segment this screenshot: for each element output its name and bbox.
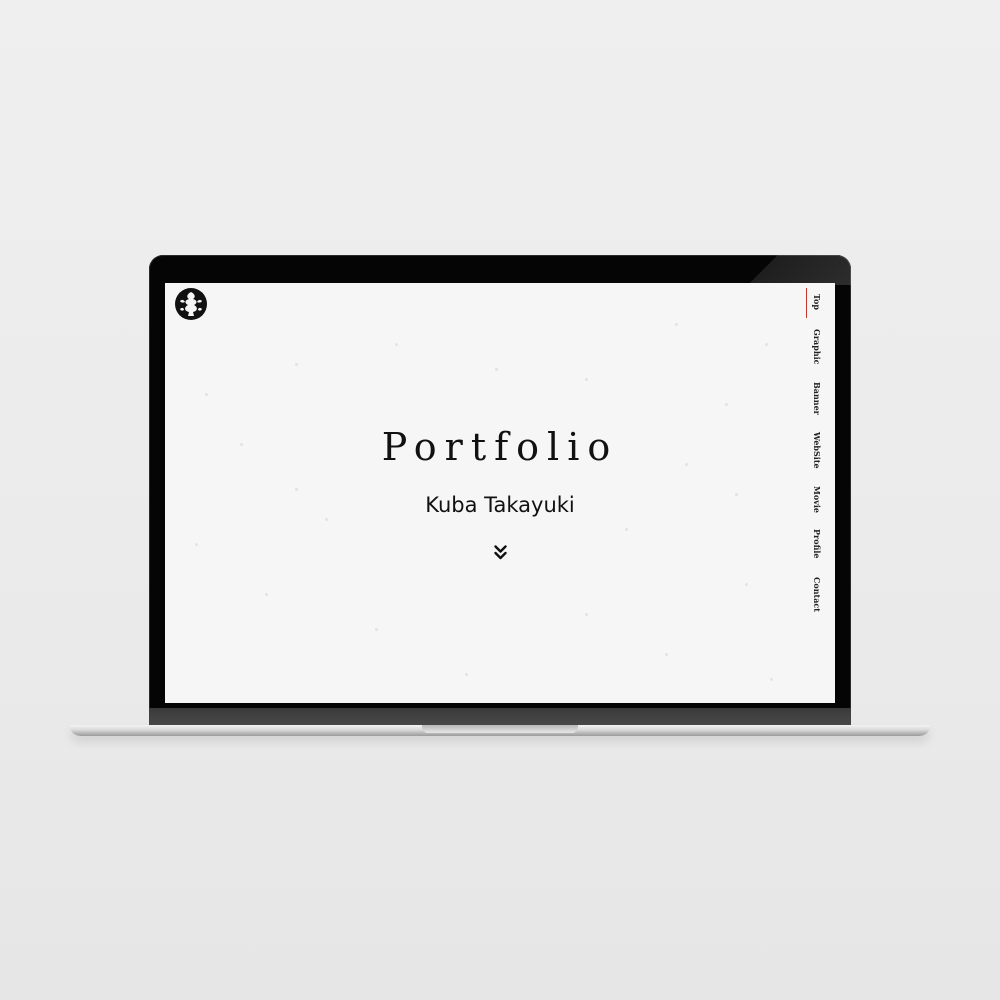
- background-speck: [205, 393, 208, 396]
- nav-active-indicator: [806, 288, 807, 318]
- background-speck: [195, 543, 198, 546]
- background-speck: [325, 518, 328, 521]
- nav-item-movie[interactable]: Movie: [812, 486, 822, 513]
- background-speck: [585, 613, 588, 616]
- background-speck: [495, 368, 498, 371]
- background-speck: [665, 653, 668, 656]
- nav-item-banner[interactable]: Banner: [812, 382, 822, 415]
- laptop-hinge: [149, 708, 851, 726]
- background-speck: [770, 678, 773, 681]
- background-speck: [465, 673, 468, 676]
- background-speck: [585, 378, 588, 381]
- nav-item-top[interactable]: Top: [812, 294, 822, 310]
- background-speck: [625, 528, 628, 531]
- background-speck: [675, 323, 678, 326]
- double-chevron-down-icon[interactable]: [494, 545, 507, 560]
- background-speck: [725, 403, 728, 406]
- background-speck: [265, 593, 268, 596]
- background-speck: [395, 343, 398, 346]
- laptop-opening-notch: [422, 725, 578, 733]
- nav-item-website[interactable]: WebSite: [812, 432, 822, 469]
- author-name: Kuba Takayuki: [425, 493, 575, 517]
- background-speck: [295, 363, 298, 366]
- background-speck: [765, 343, 768, 346]
- nav-item-profile[interactable]: Profile: [812, 529, 822, 559]
- background-speck: [375, 628, 378, 631]
- page-title: Portfolio: [381, 425, 619, 469]
- emblem-logo-icon[interactable]: [174, 287, 208, 321]
- lid-glare: [721, 255, 851, 285]
- website-screen: Portfolio Kuba Takayuki Top Graphic Bann…: [165, 283, 835, 703]
- background-speck: [745, 583, 748, 586]
- background-speck: [295, 488, 298, 491]
- nav-item-contact[interactable]: Contact: [812, 577, 822, 612]
- vertical-nav: Top Graphic Banner WebSite Movie Profile…: [805, 283, 835, 703]
- laptop-mockup: Portfolio Kuba Takayuki Top Graphic Bann…: [0, 0, 1000, 1000]
- nav-item-graphic[interactable]: Graphic: [812, 329, 822, 365]
